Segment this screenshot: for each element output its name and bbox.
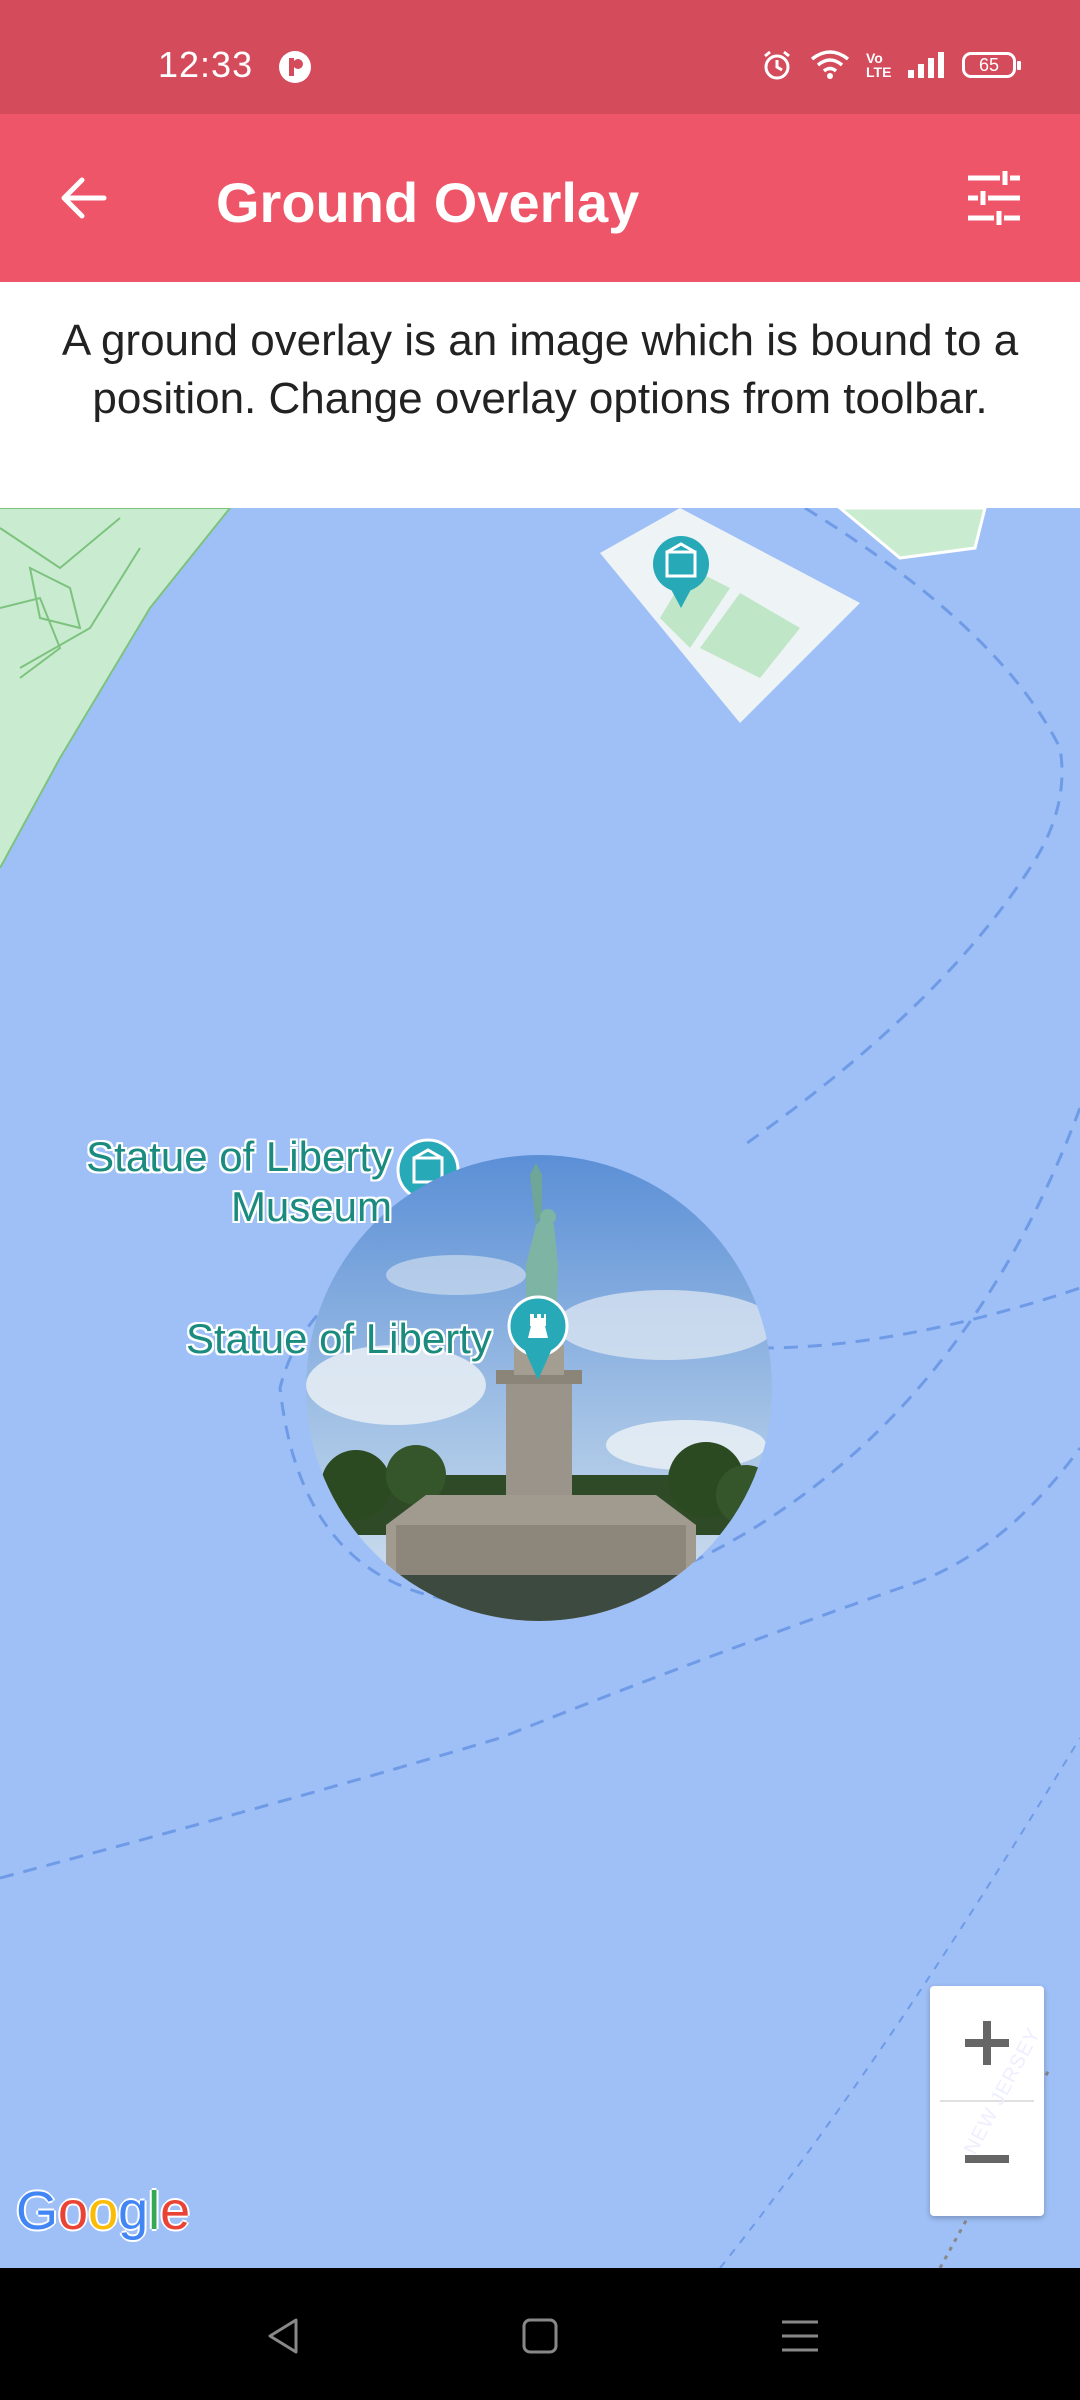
map-view[interactable]: Statue of Liberty Museum Statue of Liber… <box>0 508 1080 2268</box>
app-bar: Ground Overlay <box>0 114 1080 282</box>
battery-level: 65 <box>978 54 1000 75</box>
back-icon[interactable] <box>260 2312 308 2360</box>
google-logo: Google <box>16 2181 191 2241</box>
description-text: A ground overlay is an image which is bo… <box>0 282 1080 508</box>
page-title: Ground Overlay <box>216 171 640 234</box>
status-bar: 12:33 Vo LTE 65 <box>0 0 1080 114</box>
signal-icon <box>908 52 944 78</box>
menu-icon[interactable] <box>776 2312 824 2360</box>
status-time: 12:33 <box>158 44 254 85</box>
home-icon[interactable] <box>516 2312 564 2360</box>
wifi-icon <box>810 50 850 79</box>
statue-pin[interactable] <box>506 1294 570 1384</box>
volte-icon: Vo LTE <box>866 50 892 80</box>
battery-icon: 65 <box>962 52 1021 78</box>
arrow-back-icon[interactable] <box>56 170 112 226</box>
tune-icon[interactable] <box>964 168 1024 228</box>
status-icons: Vo LTE 65 <box>760 48 1021 82</box>
notification-app-icon <box>279 51 311 83</box>
statue-of-liberty-label[interactable]: Statue of Liberty <box>186 1314 492 1364</box>
statue-of-liberty-museum-label[interactable]: Statue of Liberty Museum <box>82 1132 392 1232</box>
navigation-bar <box>0 2268 1080 2400</box>
alarm-icon <box>764 50 790 80</box>
